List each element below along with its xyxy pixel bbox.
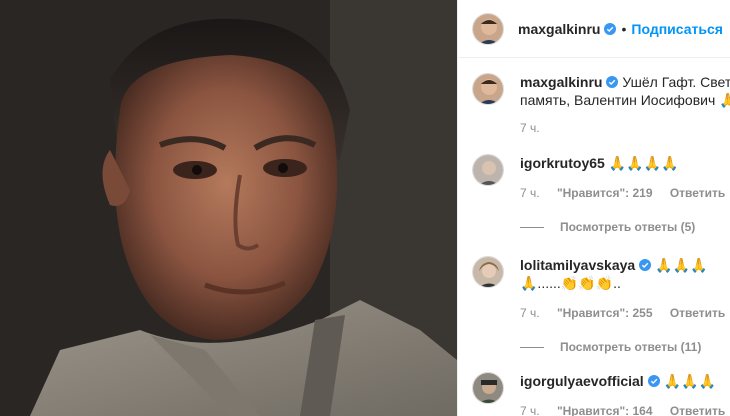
caption-meta: 7 ч. — [520, 121, 554, 135]
comment-text: 🙏🙏🙏 — [655, 257, 708, 273]
comment-item: lolitamilyavskaya 🙏🙏🙏 🙏......👏👏👏.. 7 ч. … — [472, 256, 730, 366]
replies-divider — [520, 346, 544, 348]
comments-list: maxgalkinru Ушёл Гафт. Светлая память, В… — [458, 59, 730, 416]
caption-item: maxgalkinru Ушёл Гафт. Светлая память, В… — [472, 73, 730, 163]
comment-meta: 7 ч. "Нравится": 255 Ответить — [520, 306, 730, 320]
author-avatar[interactable] — [472, 12, 504, 45]
comment-username[interactable]: lolitamilyavskaya — [520, 257, 635, 273]
view-replies-button[interactable]: Посмотреть ответы (5) — [520, 220, 695, 234]
view-replies-label: Посмотреть ответы (5) — [560, 220, 696, 234]
verified-badge-icon — [604, 22, 617, 35]
caption-body: maxgalkinru Ушёл Гафт. Светлая память, В… — [520, 73, 730, 109]
comment-body: lolitamilyavskaya 🙏🙏🙏 🙏......👏👏👏.. — [520, 256, 730, 292]
comment-meta: 7 ч. "Нравится": 164 Ответить — [520, 404, 730, 416]
comments-panel: maxgalkinru • Подписаться maxgalkinru Уш… — [457, 0, 730, 416]
replies-divider — [520, 226, 544, 228]
caption-text-line1: Ушёл Гафт. Светлая — [622, 74, 730, 90]
comment-text: 🙏🙏🙏🙏 — [608, 155, 679, 171]
comment-time[interactable]: 7 ч. — [520, 306, 540, 320]
caption-username[interactable]: maxgalkinru — [520, 74, 602, 90]
separator-dot: • — [621, 20, 627, 37]
comment-body: igorkrutoy65 🙏🙏🙏🙏 — [520, 154, 730, 172]
verified-badge-icon — [606, 76, 619, 88]
reply-button[interactable]: Ответить — [670, 404, 725, 416]
comment-item: igorgulyaevofficial 🙏🙏🙏 7 ч. "Нравится":… — [472, 372, 730, 416]
comment-time[interactable]: 7 ч. — [520, 186, 540, 200]
view-replies-label: Посмотреть ответы (11) — [560, 340, 702, 354]
view-replies-button[interactable]: Посмотреть ответы (11) — [520, 340, 701, 354]
caption-text-line2: память, Валентин Иосифович 🙏 — [520, 92, 730, 108]
comment-body: igorgulyaevofficial 🙏🙏🙏 — [520, 372, 730, 390]
follow-button[interactable]: Подписаться — [631, 21, 723, 37]
comment-item: igorkrutoy65 🙏🙏🙏🙏 7 ч. "Нравится": 219 О… — [472, 154, 730, 244]
post-photo[interactable] — [0, 0, 457, 416]
comment-likes[interactable]: "Нравится": 219 — [557, 186, 653, 200]
comment-text-line2: 🙏......👏👏👏.. — [520, 275, 621, 291]
author-username[interactable]: maxgalkinru — [518, 21, 600, 37]
commenter-avatar[interactable] — [472, 256, 504, 288]
post-header: maxgalkinru • Подписаться — [458, 0, 730, 58]
verified-badge-icon — [639, 259, 652, 271]
commenter-avatar[interactable] — [472, 372, 504, 404]
caption-avatar[interactable] — [472, 73, 504, 105]
reply-button[interactable]: Ответить — [670, 186, 725, 200]
comment-text: 🙏🙏🙏 — [663, 373, 716, 389]
comment-likes[interactable]: "Нравится": 255 — [557, 306, 653, 320]
comment-username[interactable]: igorkrutoy65 — [520, 155, 605, 171]
verified-badge-icon — [647, 375, 660, 387]
comment-likes[interactable]: "Нравится": 164 — [557, 404, 653, 416]
comment-username[interactable]: igorgulyaevofficial — [520, 373, 644, 389]
portrait-image — [0, 0, 457, 416]
caption-time[interactable]: 7 ч. — [520, 121, 540, 135]
reply-button[interactable]: Ответить — [670, 306, 725, 320]
comment-time[interactable]: 7 ч. — [520, 404, 540, 416]
comment-meta: 7 ч. "Нравится": 219 Ответить — [520, 186, 730, 200]
commenter-avatar[interactable] — [472, 154, 504, 186]
